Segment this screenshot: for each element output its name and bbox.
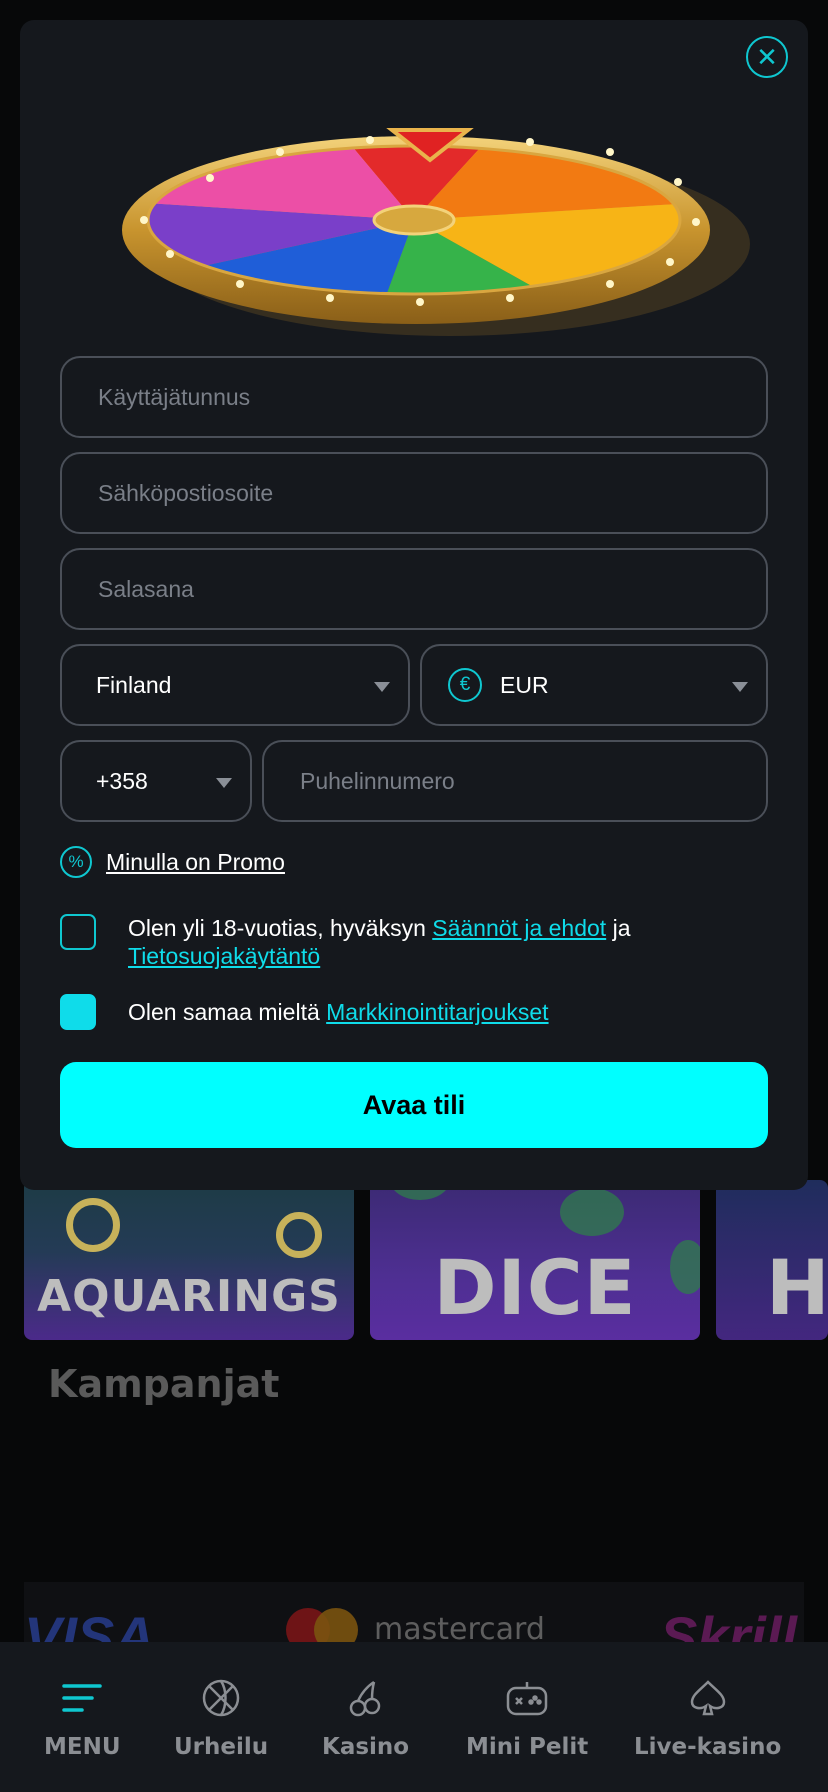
email-field[interactable] xyxy=(60,452,768,534)
chevron-down-icon xyxy=(374,682,390,692)
password-input[interactable] xyxy=(96,574,766,604)
phone-number-field[interactable] xyxy=(262,740,768,822)
currency-select[interactable]: € EUR xyxy=(420,644,768,726)
email-input[interactable] xyxy=(96,478,766,508)
registration-modal: ✕ Käyttäjätunnus Sähköpostiosoite Finlan… xyxy=(20,20,808,1190)
game-title: DICE xyxy=(433,1243,637,1332)
cherry-icon xyxy=(344,1676,388,1720)
consent-text: ja xyxy=(612,915,631,941)
consent-text: Olen samaa mieltä xyxy=(128,999,320,1025)
bottom-navigation: MENU Urheilu Kasino Mini Pelit Live-kasi… xyxy=(0,1642,828,1792)
nav-item-sports[interactable]: Urheilu xyxy=(174,1676,268,1760)
gamepad-icon xyxy=(505,1676,549,1720)
phone-code-select[interactable]: +358 xyxy=(60,740,252,822)
ring-decoration xyxy=(276,1212,322,1258)
nav-item-live-casino[interactable]: Live-kasino xyxy=(634,1676,781,1760)
game-title: AQUARINGS xyxy=(37,1271,341,1322)
country-select[interactable]: Finland xyxy=(60,644,410,726)
close-button[interactable]: ✕ xyxy=(746,36,788,78)
blob-decoration xyxy=(560,1188,624,1236)
chevron-down-icon xyxy=(216,778,232,788)
phone-number-input[interactable] xyxy=(298,766,766,796)
phone-code-value: +358 xyxy=(96,767,148,794)
euro-icon: € xyxy=(448,668,482,702)
age-terms-checkbox[interactable] xyxy=(60,914,96,950)
ring-decoration xyxy=(66,1198,120,1252)
game-card-dice[interactable]: DICE xyxy=(370,1180,700,1340)
game-card-aquarings[interactable]: AQUARINGS xyxy=(24,1180,354,1340)
game-carousel: AQUARINGS DICE H xyxy=(24,1180,828,1340)
section-title-promotions: Kampanjat xyxy=(48,1362,280,1406)
fortune-wheel-illustration xyxy=(122,128,750,336)
username-input[interactable] xyxy=(96,382,766,412)
menu-lines-icon xyxy=(60,1676,104,1720)
basketball-icon xyxy=(199,1676,243,1720)
nav-item-menu[interactable]: MENU xyxy=(44,1676,121,1760)
age-terms-consent: Olen yli 18-vuotias, hyväksyn Säännöt ja… xyxy=(60,912,780,972)
game-title: H xyxy=(766,1243,828,1332)
marketing-checkbox[interactable] xyxy=(60,994,96,1030)
username-field[interactable] xyxy=(60,356,768,438)
nav-item-casino[interactable]: Kasino xyxy=(322,1676,409,1760)
password-field[interactable] xyxy=(60,548,768,630)
open-account-button[interactable]: Avaa tili xyxy=(60,1062,768,1148)
country-value: Finland xyxy=(96,671,172,698)
nav-item-mini-games[interactable]: Mini Pelit xyxy=(466,1676,588,1760)
consent-text: Olen yli 18-vuotias, hyväksyn xyxy=(128,915,426,941)
promo-toggle[interactable]: % Minulla on Promo xyxy=(60,842,285,882)
close-icon: ✕ xyxy=(756,42,778,72)
marketing-consent: Olen samaa mieltä Markkinointitarjoukset xyxy=(60,994,780,1034)
spade-icon xyxy=(686,1676,730,1720)
game-card-partial[interactable]: H xyxy=(716,1180,828,1340)
wheel-hub xyxy=(372,204,456,236)
privacy-link[interactable]: Tietosuojakäytäntö xyxy=(128,943,320,969)
currency-value: EUR xyxy=(500,671,549,698)
chevron-down-icon xyxy=(732,682,748,692)
marketing-offers-link[interactable]: Markkinointitarjoukset xyxy=(326,999,548,1025)
terms-link[interactable]: Säännöt ja ehdot xyxy=(432,915,606,941)
promo-link[interactable]: Minulla on Promo xyxy=(106,849,285,876)
promo-percent-icon: % xyxy=(60,846,92,878)
